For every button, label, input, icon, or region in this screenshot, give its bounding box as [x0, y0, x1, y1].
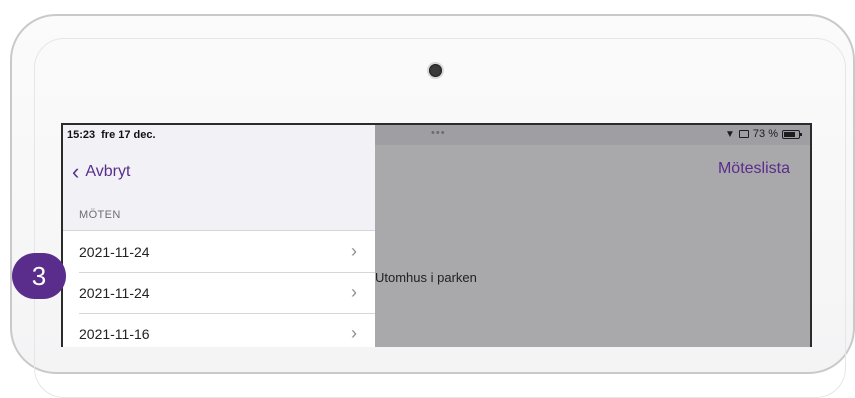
multitasking-dots[interactable]: •••: [431, 127, 446, 139]
section-header: MÖTEN: [79, 209, 121, 221]
step-number-badge: 3: [12, 253, 66, 299]
battery-icon: [782, 129, 802, 139]
status-time: 15:23: [67, 129, 96, 141]
wifi-icon: ▼: [725, 128, 735, 140]
chevron-right-icon: ›: [351, 282, 357, 302]
battery-percent: 73 %: [752, 128, 778, 140]
back-button[interactable]: ‹ Avbryt: [72, 159, 131, 184]
main-content-text: Utomhus i parken: [375, 270, 477, 285]
cast-icon: [738, 130, 749, 138]
chevron-left-icon: ‹: [72, 159, 80, 184]
list-item[interactable]: 2021-11-16 ›: [63, 313, 375, 347]
status-date: fre 17 dec.: [101, 129, 156, 141]
main-nav-title[interactable]: Möteslista: [718, 160, 790, 178]
list-item[interactable]: 2021-11-24 ›: [63, 231, 375, 272]
back-button-label: Avbryt: [85, 163, 131, 180]
list-item-label: 2021-11-24: [79, 243, 150, 260]
status-indicators: ▼ 73 %: [725, 128, 802, 140]
tablet-screen: ••• ▼ 73 % Möteslista Utomhus i parken 1…: [61, 123, 812, 347]
list-item-label: 2021-11-24: [79, 284, 150, 301]
meeting-list: 2021-11-24 › 2021-11-24 › 2021-11-16 ›: [63, 230, 375, 347]
sidebar-panel: 15:23 fre 17 dec. ‹ Avbryt MÖTEN 2021-11-…: [63, 125, 375, 347]
chevron-right-icon: ›: [351, 241, 357, 261]
chevron-right-icon: ›: [351, 323, 357, 343]
status-time-date: 15:23 fre 17 dec.: [67, 129, 156, 141]
list-item-label: 2021-11-16: [79, 325, 150, 342]
list-item[interactable]: 2021-11-24 ›: [63, 272, 375, 313]
camera-icon: [429, 64, 442, 77]
